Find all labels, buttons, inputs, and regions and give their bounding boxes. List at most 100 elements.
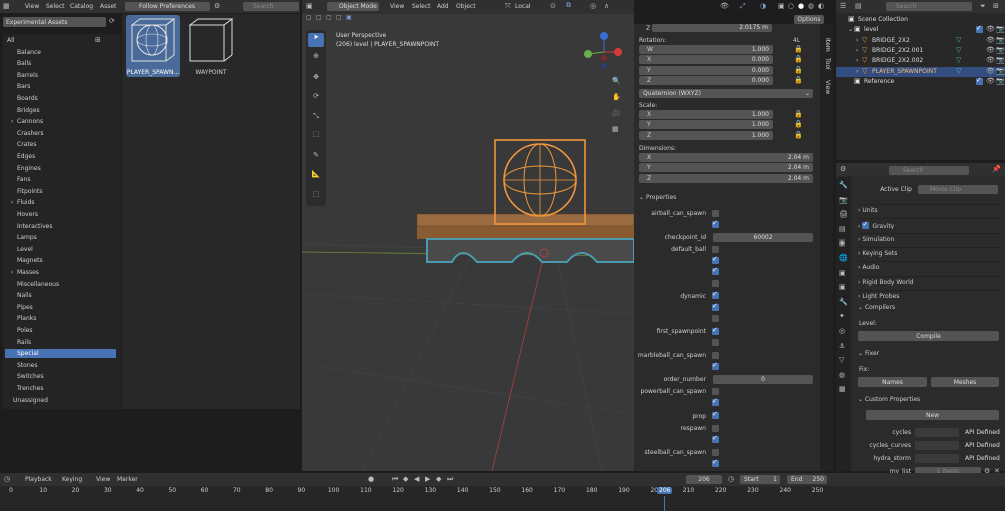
property-checkbox[interactable]: [712, 339, 719, 346]
world-icon[interactable]: 🌐: [839, 254, 848, 262]
measure-tool-icon[interactable]: 📐: [308, 170, 324, 178]
axis-value-field[interactable]: 1.000: [639, 45, 773, 54]
add-catalog-icon[interactable]: ⊞: [95, 36, 101, 44]
property-checkbox[interactable]: [712, 302, 719, 311]
menu-view[interactable]: View: [25, 3, 39, 10]
select-subtract-icon[interactable]: ▢: [336, 14, 342, 21]
ortho-grid-icon[interactable]: ▦: [612, 125, 619, 133]
exclude-checkbox[interactable]: [976, 76, 983, 85]
library-dropdown[interactable]: Experimental Assets: [3, 17, 106, 27]
editor-type-icon[interactable]: ▦: [3, 2, 10, 10]
catalog-item[interactable]: Lamps: [5, 233, 116, 242]
catalog-item[interactable]: Level: [5, 245, 116, 254]
viewport-editor-icon[interactable]: ▣: [306, 2, 313, 10]
new-property-button[interactable]: New: [866, 410, 999, 420]
location-z-field[interactable]: 2.0175 m: [652, 24, 772, 32]
eye-icon[interactable]: 👁: [986, 46, 995, 54]
eye-icon[interactable]: 👁: [986, 25, 995, 33]
catalog-item[interactable]: Balance: [5, 48, 116, 57]
view-layer-icon[interactable]: ▤: [839, 225, 846, 233]
camera-icon[interactable]: 📷: [996, 25, 1005, 33]
record-icon[interactable]: ●: [368, 475, 374, 483]
lock-icon[interactable]: 🔒: [794, 45, 803, 53]
section-header[interactable]: › Rigid Body World: [858, 275, 1003, 287]
output-icon[interactable]: 🖨: [839, 210, 848, 218]
lock-icon[interactable]: 🔒: [794, 76, 803, 84]
catalog-item[interactable]: Fans: [5, 175, 116, 184]
property-checkbox[interactable]: [712, 255, 719, 264]
eye-icon[interactable]: 👁: [986, 56, 995, 64]
viewport-menu-object[interactable]: Object: [456, 3, 476, 10]
outliner-search-input[interactable]: Search: [886, 2, 972, 11]
play-reverse-icon[interactable]: ◀: [414, 475, 419, 483]
tool-icon[interactable]: 🔧: [839, 181, 848, 189]
pivot-icon[interactable]: ⊙: [550, 2, 556, 10]
jump-start-icon[interactable]: ⏮: [392, 475, 398, 484]
playhead-marker[interactable]: 206: [657, 487, 673, 494]
property-checkbox[interactable]: [712, 361, 719, 371]
timeline-menu-playback[interactable]: Playback: [25, 476, 52, 483]
catalog-item[interactable]: Stones: [5, 361, 116, 370]
rotation-mode-dropdown[interactable]: Quaternion (WXYZ) ⌄: [639, 89, 813, 98]
proportional-edit-icon[interactable]: ◎: [590, 2, 596, 10]
outliner-item-name[interactable]: BRIDGE_2X2.002: [872, 57, 923, 64]
catalog-item[interactable]: Fluids: [5, 198, 116, 207]
transform-tool-icon[interactable]: ⬚: [308, 130, 324, 138]
camera-icon[interactable]: 📷: [996, 46, 1005, 54]
catalog-item[interactable]: Masses: [5, 268, 116, 277]
playhead-line[interactable]: [664, 496, 665, 511]
xray-icon[interactable]: ▣: [778, 2, 785, 10]
next-key-icon[interactable]: ◆: [436, 475, 441, 483]
end-frame-field[interactable]: End 250: [787, 475, 827, 484]
fix-meshes-button[interactable]: Meshes: [931, 377, 999, 387]
viewport-menu-view[interactable]: View: [390, 3, 404, 10]
property-checkbox[interactable]: [712, 209, 719, 217]
menu-select[interactable]: Select: [46, 3, 65, 10]
custom-property-value[interactable]: [915, 441, 959, 450]
modifier-icon[interactable]: 🔧: [839, 298, 848, 306]
fixer-panel-header[interactable]: ⌄ Fixer: [858, 350, 879, 357]
play-icon[interactable]: ▶: [425, 475, 430, 483]
new-collection-icon[interactable]: ⊞: [993, 2, 999, 10]
object-icon[interactable]: ▣: [839, 283, 846, 291]
catalog-item-unassigned[interactable]: Unassigned: [5, 396, 48, 404]
shading-render-icon[interactable]: ◐: [818, 2, 824, 10]
display-mode-icon[interactable]: ▤: [855, 2, 862, 10]
catalog-item[interactable]: Hovers: [5, 210, 116, 219]
property-checkbox[interactable]: [712, 448, 719, 456]
compile-button[interactable]: Compile: [858, 331, 999, 341]
gizmo-icon[interactable]: ⤢: [740, 2, 746, 11]
camera-icon[interactable]: 📷: [996, 56, 1005, 64]
move-tool-icon[interactable]: ✥: [308, 73, 324, 81]
shading-wire-icon[interactable]: ○: [788, 2, 794, 10]
render-icon[interactable]: 📷: [839, 196, 848, 204]
catalog-item[interactable]: Balls: [5, 59, 116, 68]
property-checkbox[interactable]: [712, 410, 719, 419]
menu-catalog[interactable]: Catalog: [70, 3, 93, 10]
timeline-menu-view[interactable]: View: [96, 476, 110, 483]
catalog-item[interactable]: Planks: [5, 314, 116, 323]
data-icon[interactable]: ▽: [839, 356, 844, 364]
tab-view[interactable]: View: [824, 80, 831, 94]
chevron-right-icon[interactable]: ›: [856, 57, 858, 64]
catalog-item[interactable]: Pipes: [5, 303, 116, 312]
custom-property-value[interactable]: [915, 454, 959, 463]
pan-hand-icon[interactable]: ✋: [612, 93, 621, 101]
viewport-3d[interactable]: [302, 14, 634, 471]
outliner-item-name[interactable]: PLAYER_SPAWNPOINT: [872, 68, 937, 75]
lock-icon[interactable]: 🔒: [794, 55, 803, 63]
catalog-item[interactable]: Miscellaneous: [5, 280, 116, 289]
lock-icon[interactable]: 🔒: [794, 66, 803, 74]
rotate-tool-icon[interactable]: ⟳: [308, 92, 324, 100]
select-extend-icon[interactable]: ▢: [326, 14, 332, 21]
clock-icon[interactable]: ◷: [728, 475, 734, 483]
snap-icon[interactable]: ⧉: [566, 1, 571, 10]
select-mode-icon[interactable]: ▢: [316, 14, 322, 21]
compilers-panel-header[interactable]: ⌄ Compilers: [858, 304, 895, 311]
viewport-menu-add[interactable]: Add: [437, 3, 449, 10]
axis-value-field[interactable]: 1.000: [639, 110, 773, 119]
catalog-item[interactable]: Boards: [5, 94, 116, 103]
catalog-item[interactable]: Crashers: [5, 129, 116, 138]
scene-icon[interactable]: ◉: [839, 239, 846, 248]
asset-tile-waypoint[interactable]: WAYPOINT: [184, 15, 238, 77]
